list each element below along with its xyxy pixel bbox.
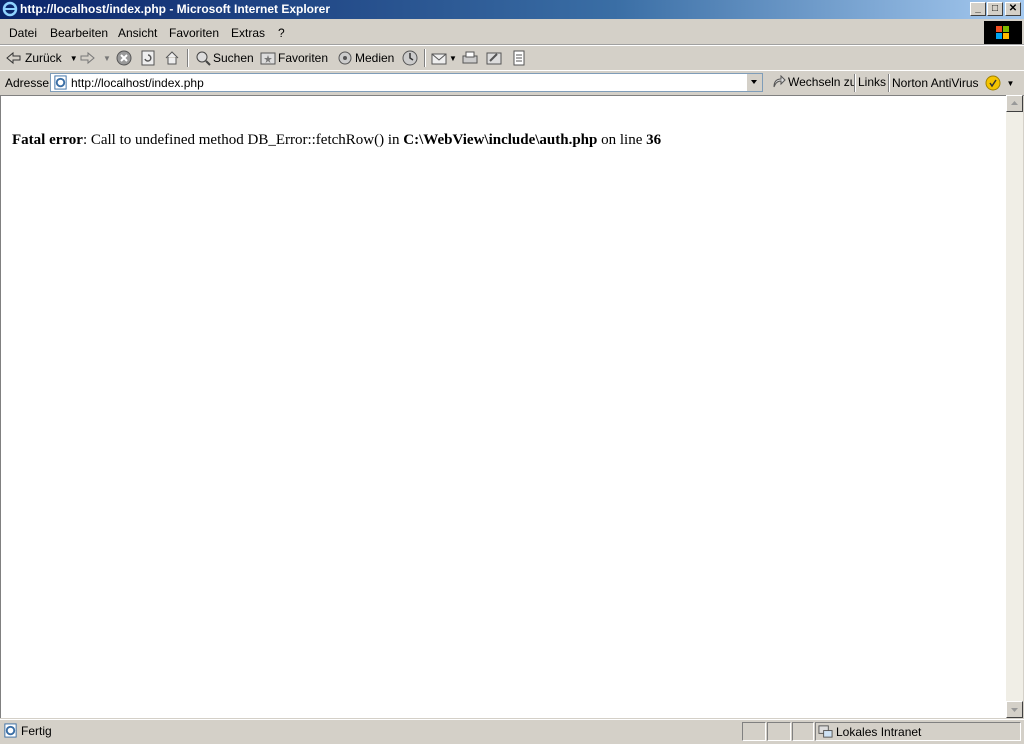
toolbar-separator — [424, 49, 426, 67]
address-url[interactable]: http://localhost/index.php — [71, 76, 204, 90]
favorites-button[interactable]: Favoriten — [260, 49, 328, 67]
status-panel — [792, 722, 814, 741]
chevron-down-icon — [751, 80, 757, 84]
home-button[interactable] — [164, 49, 180, 67]
zone-label: Lokales Intranet — [836, 725, 922, 739]
menu-datei[interactable]: Datei — [9, 26, 37, 40]
error-line-number: 36 — [646, 132, 662, 148]
intranet-icon — [818, 725, 833, 738]
mail-button[interactable]: ▼ — [431, 49, 457, 67]
toolbar-separator — [187, 49, 189, 67]
menu-favoriten[interactable]: Favoriten — [169, 26, 219, 40]
menu-help[interactable]: ? — [278, 26, 285, 40]
favorites-icon — [260, 52, 276, 65]
page-icon — [54, 75, 67, 90]
minimize-button[interactable]: _ — [970, 2, 986, 16]
home-icon — [165, 51, 179, 65]
error-text: : Call to undefined method DB_Error::fet… — [82, 132, 404, 148]
forward-dropdown-icon[interactable]: ▼ — [103, 54, 111, 63]
mail-dropdown-icon[interactable]: ▼ — [449, 54, 457, 63]
title-bar: http://localhost/index.php - Microsoft I… — [0, 0, 1024, 19]
media-button[interactable]: Medien — [337, 49, 394, 67]
zone-panel: Lokales Intranet — [815, 722, 1021, 741]
discuss-icon — [513, 50, 525, 66]
search-label: Suchen — [213, 51, 254, 65]
refresh-icon — [141, 50, 155, 66]
address-dropdown-button[interactable] — [746, 74, 762, 91]
print-button[interactable] — [462, 49, 478, 67]
media-label: Medien — [355, 51, 395, 65]
edit-icon — [486, 52, 502, 65]
menu-ansicht[interactable]: Ansicht — [118, 26, 157, 40]
history-icon — [402, 50, 418, 66]
scroll-up-button[interactable] — [1006, 95, 1023, 112]
status-text: Fertig — [21, 724, 52, 738]
address-label: Adresse — [5, 76, 50, 90]
ie-icon — [2, 1, 18, 17]
window-title: http://localhost/index.php - Microsoft I… — [20, 2, 331, 16]
back-arrow-icon — [6, 51, 21, 65]
discuss-button[interactable] — [511, 49, 527, 67]
go-arrow-icon — [773, 75, 786, 88]
error-label: Fatal error — [12, 132, 83, 148]
edit-button[interactable] — [486, 49, 502, 67]
standard-toolbar: Zurück ▼ ▼ Suchen Favoriten Medien ▼ — [0, 45, 1024, 71]
error-online-text: on line — [597, 132, 647, 148]
norton-antivirus-button[interactable]: Norton AntiVirus ▼ — [892, 75, 1014, 91]
toolbar-separator — [888, 74, 890, 92]
back-dropdown-icon[interactable]: ▼ — [70, 54, 78, 63]
forward-arrow-icon — [80, 51, 95, 65]
links-button[interactable]: Links — [858, 75, 886, 89]
windows-logo-icon — [984, 21, 1022, 44]
close-button[interactable]: ✕ — [1005, 2, 1021, 16]
menu-bearbeiten[interactable]: Bearbeiten — [50, 26, 108, 40]
history-button[interactable] — [402, 49, 418, 67]
forward-button[interactable]: ▼ — [79, 49, 111, 67]
refresh-button[interactable] — [140, 49, 156, 67]
maximize-button[interactable]: □ — [987, 2, 1003, 16]
vertical-scrollbar[interactable] — [1006, 95, 1023, 718]
print-icon — [462, 51, 478, 64]
page-content: Fatal error: Call to undefined method DB… — [0, 95, 1006, 718]
ie-page-icon — [4, 723, 17, 738]
chevron-up-icon — [1011, 101, 1018, 105]
mail-icon — [431, 53, 447, 65]
chevron-down-icon — [1011, 708, 1018, 712]
address-bar: Adresse http://localhost/index.php Wechs… — [0, 70, 1024, 96]
error-file: C:\WebView\include\auth.php — [403, 132, 598, 148]
toolbar-separator — [854, 74, 856, 92]
search-button[interactable]: Suchen — [195, 49, 254, 67]
status-bar: Fertig Lokales Intranet — [0, 719, 1024, 744]
favorites-label: Favoriten — [278, 51, 329, 65]
norton-dropdown-icon[interactable]: ▼ — [1007, 79, 1015, 88]
back-label: Zurück — [25, 51, 62, 65]
scroll-down-button[interactable] — [1006, 701, 1023, 718]
search-icon — [196, 51, 211, 66]
norton-icon — [985, 75, 1000, 91]
php-error-message: Fatal error: Call to undefined method DB… — [12, 132, 661, 149]
norton-label: Norton AntiVirus — [892, 76, 979, 90]
menu-bar: Datei Bearbeiten Ansicht Favoriten Extra… — [0, 20, 1024, 45]
media-icon — [338, 51, 352, 65]
status-panel — [742, 722, 766, 741]
stop-button[interactable] — [116, 49, 132, 67]
address-input[interactable]: http://localhost/index.php — [50, 73, 763, 92]
status-panel — [767, 722, 791, 741]
back-button[interactable]: Zurück ▼ — [6, 49, 78, 67]
go-label: Wechseln zu — [788, 75, 857, 89]
menu-extras[interactable]: Extras — [231, 26, 265, 40]
stop-icon — [116, 50, 132, 66]
go-button[interactable]: Wechseln zu — [772, 75, 856, 89]
